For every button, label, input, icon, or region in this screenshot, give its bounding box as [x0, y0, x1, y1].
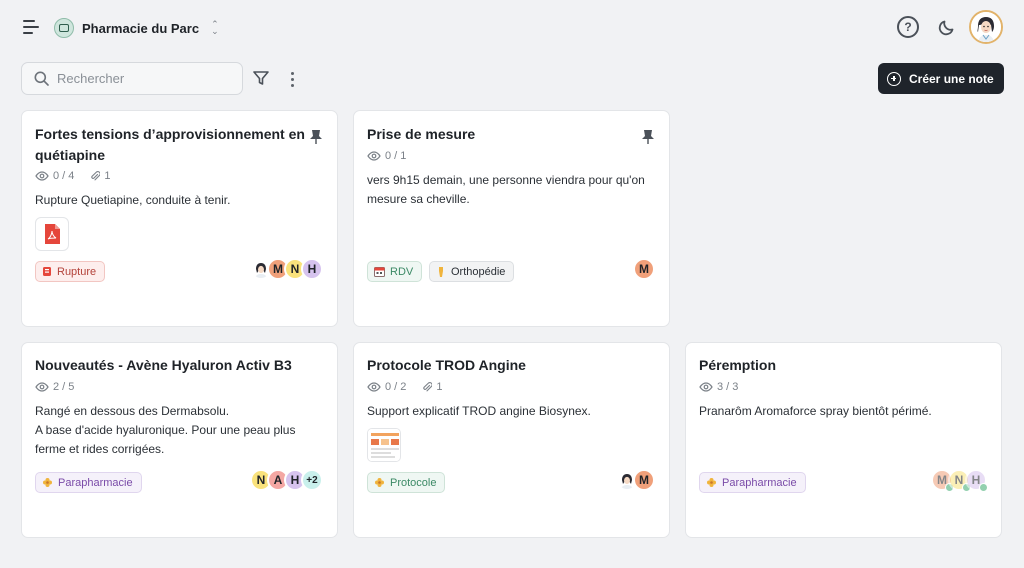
avatar[interactable]: H [965, 469, 988, 492]
tag-protocole[interactable]: Protocole [367, 472, 446, 493]
assignees: M [633, 258, 655, 280]
bone-icon [439, 266, 443, 277]
eye-icon [699, 382, 713, 392]
moon-icon[interactable] [936, 16, 958, 38]
note-body: Support explicatif TROD angine Biosynex. [367, 404, 591, 418]
avatar[interactable]: M [633, 258, 655, 280]
note-meta: 2 / 5 [35, 381, 74, 393]
top-bar: Pharmacie du Parc ⌃ ⌄ ? [0, 0, 1024, 56]
views-count: 3 / 3 [717, 381, 739, 393]
assignees: M N H [250, 258, 323, 280]
chevron-updown-icon: ⌃ ⌄ [211, 19, 219, 36]
tag-label: Rupture [57, 265, 97, 278]
views-count: 0 / 1 [385, 150, 407, 162]
note-body: vers 9h15 demain, une personne viendra p… [367, 173, 645, 206]
pharmacy-selector[interactable]: Pharmacie du Parc ⌃ ⌄ [54, 16, 219, 40]
tag-label: Orthopédie [451, 265, 506, 278]
note-title: Protocole TROD Angine [367, 357, 526, 373]
menu-icon[interactable] [20, 17, 42, 37]
eye-icon [35, 382, 49, 392]
eye-icon [35, 171, 49, 181]
views-count: 2 / 5 [53, 381, 75, 393]
tag-parapharmacie[interactable]: Parapharmacie [699, 472, 806, 493]
tag-label: Protocole [390, 476, 437, 489]
pdf-icon [45, 224, 60, 244]
plus-circle-icon [887, 71, 901, 86]
note-body: Rupture Quetiapine, conduite à tenir. [35, 193, 231, 207]
pharmacy-name: Pharmacie du Parc [82, 20, 200, 36]
paperclip-icon [423, 382, 433, 392]
avatar[interactable]: H [301, 258, 323, 280]
pharmacy-logo-icon [54, 18, 74, 38]
help-icon[interactable]: ? [897, 16, 919, 38]
filter-icon[interactable] [252, 69, 270, 87]
pin-icon[interactable] [641, 129, 655, 145]
tag-label: Parapharmacie [58, 476, 133, 489]
eye-icon [367, 382, 381, 392]
note-card[interactable]: Prise de mesure 0 / 1 vers 9h15 demain, … [353, 110, 670, 327]
note-title: Nouveautés - Avène Hyaluron Activ B3 [35, 357, 292, 373]
check-icon [979, 483, 988, 492]
calendar-icon [374, 267, 385, 277]
attachments-count: 1 [436, 381, 443, 393]
tag-label: RDV [390, 265, 414, 278]
tag-rdv[interactable]: RDV [367, 261, 423, 282]
assignees: N A H +2 [250, 469, 323, 491]
rupture-icon [43, 267, 51, 276]
create-note-label: Créer une note [909, 71, 994, 86]
more-assignees-badge[interactable]: +2 [301, 469, 323, 491]
note-card[interactable]: Nouveautés - Avène Hyaluron Activ B3 2 /… [21, 342, 338, 538]
note-meta: 0 / 4 1 [35, 170, 111, 182]
paperclip-icon [91, 171, 101, 181]
tag-orthopedie[interactable]: Orthopédie [429, 261, 515, 282]
views-count: 0 / 4 [53, 170, 75, 182]
flower-icon [375, 478, 384, 487]
tag-parapharmacie[interactable]: Parapharmacie [35, 472, 142, 493]
note-body: Pranarôm Aromaforce spray bientôt périmé… [699, 404, 932, 418]
flower-icon [707, 478, 716, 487]
note-meta: 3 / 3 [699, 381, 738, 393]
note-card[interactable]: Péremption 3 / 3 Pranarôm Aromaforce spr… [685, 342, 1002, 538]
user-avatar[interactable] [969, 10, 1003, 44]
eye-icon [367, 151, 381, 161]
assignees: M [616, 469, 655, 491]
search-box[interactable] [21, 62, 243, 95]
note-meta: 0 / 2 1 [367, 381, 443, 393]
document-attachment[interactable] [367, 428, 401, 462]
note-card[interactable]: Fortes tensions d’approvisionnement en q… [21, 110, 338, 327]
document-preview-icon [368, 429, 400, 461]
note-meta: 0 / 1 [367, 150, 406, 162]
tag-label: Parapharmacie [722, 476, 797, 489]
pin-icon[interactable] [309, 129, 323, 145]
attachments-count: 1 [104, 170, 111, 182]
note-card[interactable]: Protocole TROD Angine 0 / 2 1 Support ex… [353, 342, 670, 538]
flower-icon [43, 478, 52, 487]
tag-rupture[interactable]: Rupture [35, 261, 106, 282]
create-note-button[interactable]: Créer une note [878, 63, 1004, 94]
search-input[interactable] [57, 71, 227, 86]
note-title: Péremption [699, 357, 777, 373]
more-options-icon[interactable] [286, 70, 298, 88]
search-icon [34, 71, 49, 86]
avatar[interactable]: M [633, 469, 655, 491]
assignees: M N H [931, 469, 988, 492]
note-body: Rangé en dessous des Dermabsolu. A base … [35, 404, 296, 456]
note-title: Fortes tensions d’approvisionnement en q… [35, 126, 305, 163]
note-title: Prise de mesure [367, 126, 476, 142]
views-count: 0 / 2 [385, 381, 407, 393]
pdf-attachment[interactable] [35, 217, 69, 251]
